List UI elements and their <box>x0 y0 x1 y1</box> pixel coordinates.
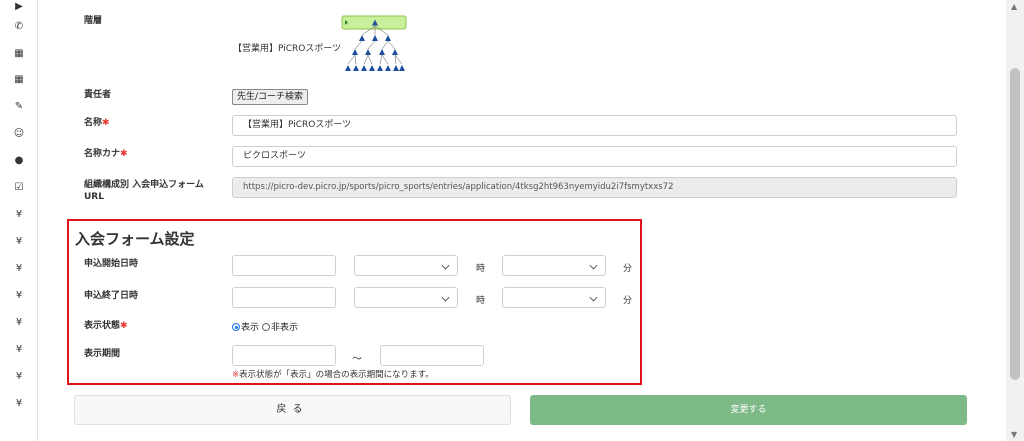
teacher-coach-search-button[interactable]: 先生/コーチ検索 <box>232 89 309 105</box>
page: ▶ ✆ ▦ ▦ ✎ ☺ ● ☑ ¥ ¥ ¥ ¥ ¥ ¥ ¥ ¥ 階層 【営業用】PiCROスポーツ 責任者 先… <box>0 0 1024 441</box>
tree-node-level4[interactable] <box>385 65 391 71</box>
chevron-down-icon <box>441 293 450 302</box>
end-date-input[interactable] <box>232 287 336 308</box>
chevron-down-icon <box>441 261 450 270</box>
radio-hide[interactable]: 非表示 <box>262 320 298 333</box>
tree-node-level4[interactable] <box>369 65 375 71</box>
display-period-note: ※表示状態が「表示」の場合の表示期間になります。 <box>232 370 434 380</box>
hour-unit: 時 <box>476 264 486 274</box>
end-minute-select[interactable] <box>502 287 606 308</box>
display-period-label: 表示期間 <box>84 349 121 359</box>
chevron-down-icon <box>589 261 598 270</box>
required-mark: ✱ <box>120 321 128 331</box>
tree-connector <box>354 54 357 65</box>
user-icon[interactable]: ● <box>12 154 26 168</box>
phone-icon[interactable]: ✆ <box>12 20 26 34</box>
tree-connector <box>387 40 396 50</box>
tree-connector <box>367 54 373 65</box>
start-date-input[interactable] <box>232 255 336 276</box>
tree-connector <box>363 54 369 65</box>
hierarchy-label: 階層 <box>84 16 103 26</box>
pencil-icon[interactable]: ✎ <box>12 100 26 114</box>
tree-node-level3[interactable] <box>379 49 385 55</box>
yen-icon[interactable]: ¥ <box>12 235 26 249</box>
hour-unit: 時 <box>476 296 486 306</box>
hierarchy-tree-diagram[interactable] <box>340 15 410 77</box>
calendar-icon[interactable]: ▦ <box>12 73 26 87</box>
sidebar: ▶ ✆ ▦ ▦ ✎ ☺ ● ☑ ¥ ¥ ¥ ¥ ¥ ¥ ¥ ¥ <box>0 0 38 441</box>
tree-connector <box>367 40 376 50</box>
url-label-line1: 組織構成別 入会申込フォーム <box>84 180 204 190</box>
required-mark: ✱ <box>120 149 128 159</box>
required-mark: ✱ <box>102 118 110 128</box>
end-datetime-label: 申込終了日時 <box>84 291 139 301</box>
url-label-line2: URL <box>84 192 104 202</box>
start-datetime-label: 申込開始日時 <box>84 259 139 269</box>
check-square-icon[interactable]: ☑ <box>12 181 26 195</box>
radio-show[interactable]: 表示 <box>232 320 259 333</box>
back-button[interactable]: 戻る <box>74 395 511 425</box>
tree-node-level4[interactable] <box>345 65 351 71</box>
tree-node-level2[interactable] <box>372 35 378 41</box>
tree-node-level4[interactable] <box>377 65 383 71</box>
radio-unselected-icon[interactable] <box>262 323 270 331</box>
start-hour-select[interactable] <box>354 255 458 276</box>
save-button[interactable]: 変更する <box>530 395 967 425</box>
tree-connector <box>379 54 383 65</box>
tree-node-level3[interactable] <box>365 49 371 55</box>
yen-icon[interactable]: ¥ <box>12 343 26 357</box>
tree-node-level4[interactable] <box>399 65 405 71</box>
tree-connector <box>347 54 356 65</box>
period-start-input[interactable] <box>232 345 336 366</box>
yen-icon[interactable]: ¥ <box>12 289 26 303</box>
yen-icon[interactable]: ¥ <box>12 262 26 276</box>
calendar-icon[interactable]: ▦ <box>12 47 26 61</box>
display-status-label: 表示状態✱ <box>84 321 128 331</box>
scroll-up-icon[interactable]: ▲ <box>1011 2 1017 11</box>
chevron-down-icon <box>589 293 598 302</box>
tree-node-level2[interactable] <box>359 35 365 41</box>
name-input[interactable]: 【営業用】PiCROスポーツ <box>232 115 957 136</box>
name-label: 名称✱ <box>84 118 110 128</box>
scroll-down-icon[interactable]: ▼ <box>1011 430 1017 439</box>
yen-icon[interactable]: ¥ <box>12 370 26 384</box>
minute-unit: 分 <box>623 264 633 274</box>
tree-node-level3[interactable] <box>352 49 358 55</box>
kana-input[interactable]: ピクロスポーツ <box>232 146 957 167</box>
tree-connector <box>354 40 363 50</box>
kana-label: 名称カナ✱ <box>84 149 128 159</box>
tree-node-level4[interactable] <box>393 65 399 71</box>
play-icon[interactable]: ▶ <box>12 0 26 14</box>
responsible-label: 責任者 <box>84 90 112 100</box>
section-title: 入会フォーム設定 <box>75 230 195 248</box>
tree-node-level2[interactable] <box>385 35 391 41</box>
minute-unit: 分 <box>623 296 633 306</box>
entry-form-url-field[interactable]: https://picro-dev.picro.jp/sports/picro_… <box>232 177 957 198</box>
tree-node-level4[interactable] <box>361 65 367 71</box>
start-minute-select[interactable] <box>502 255 606 276</box>
yen-icon[interactable]: ¥ <box>12 208 26 222</box>
scrollbar[interactable]: ▲ ▼ <box>1006 0 1024 441</box>
yen-icon[interactable]: ¥ <box>12 397 26 411</box>
period-separator: ～ <box>352 354 362 365</box>
scrollbar-thumb[interactable] <box>1010 68 1020 380</box>
tree-node-level4[interactable] <box>353 65 359 71</box>
radio-selected-icon[interactable] <box>232 323 240 331</box>
period-end-input[interactable] <box>380 345 484 366</box>
yen-icon[interactable]: ¥ <box>12 316 26 330</box>
tree-node-level3[interactable] <box>392 49 398 55</box>
smile-icon[interactable]: ☺ <box>12 127 26 141</box>
hierarchy-value: 【営業用】PiCROスポーツ <box>233 44 342 54</box>
tree-connector <box>381 54 389 65</box>
tree-connector <box>381 40 389 50</box>
end-hour-select[interactable] <box>354 287 458 308</box>
